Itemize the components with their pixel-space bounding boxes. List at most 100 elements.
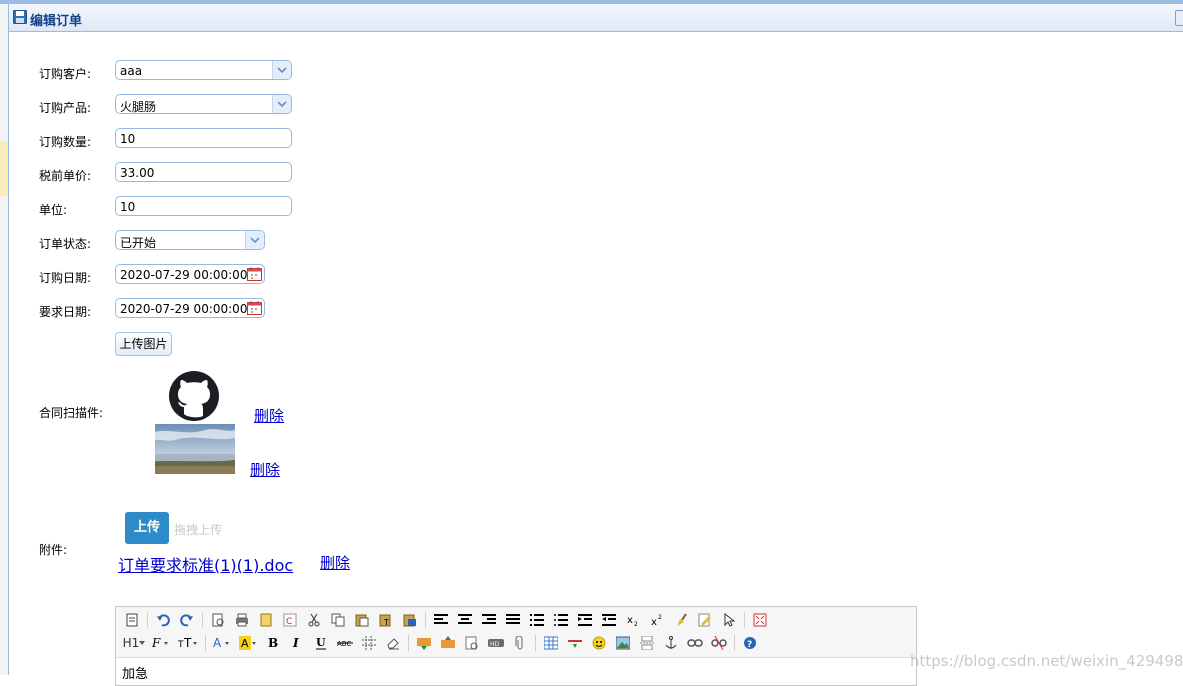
superscript-icon[interactable]: x2 (647, 611, 667, 629)
background-color-icon[interactable]: A (237, 634, 259, 652)
paste-icon[interactable] (352, 611, 372, 629)
quantity-label: 订购数量: (39, 135, 92, 149)
insert-frame-icon[interactable] (462, 634, 482, 652)
font-color-icon[interactable]: A (211, 634, 233, 652)
window-titlebar[interactable]: 编辑订单 (9, 4, 1183, 32)
strikethrough-icon[interactable]: ABC (335, 634, 355, 652)
product-select[interactable]: 火腿肠 (115, 94, 292, 114)
heading-label: H1 (122, 636, 140, 650)
customer-value: aaa (120, 64, 143, 78)
help-icon[interactable]: ? (740, 634, 760, 652)
toolbar-separator (535, 635, 536, 651)
copy-icon[interactable] (328, 611, 348, 629)
unlink-icon[interactable] (709, 634, 729, 652)
svg-text:2: 2 (658, 614, 662, 621)
toolbar-separator (408, 635, 409, 651)
insert-media-icon[interactable]: HD (486, 634, 506, 652)
fullscreen-icon[interactable] (750, 611, 770, 629)
toolbar-separator (205, 635, 206, 651)
unit-input[interactable]: 10 (115, 196, 292, 216)
calendar-icon[interactable] (246, 266, 263, 282)
upload-button[interactable]: 上传 (125, 512, 169, 544)
bold-icon[interactable]: B (263, 634, 283, 652)
font-family-icon[interactable]: F (150, 634, 172, 652)
editor-toolbar: C T x2 x2 H1 F T T A A B I U ABC HD ? (116, 607, 916, 658)
landscape-photo-image (155, 424, 235, 474)
cursor-icon[interactable] (719, 611, 739, 629)
price-input[interactable]: 33.00 (115, 162, 292, 182)
subscript-icon[interactable]: x2 (623, 611, 643, 629)
insert-table-icon[interactable] (541, 634, 561, 652)
svg-text:F: F (152, 636, 161, 650)
align-center-icon[interactable] (455, 611, 475, 629)
required-date-input[interactable]: 2020-07-29 00:00:00 (115, 298, 265, 318)
toolbar-row-1: C T x2 x2 (122, 610, 774, 630)
emoticon-icon[interactable] (589, 634, 609, 652)
horizontal-rule-icon[interactable] (565, 634, 585, 652)
attachment-label: 附件: (39, 543, 68, 557)
chevron-down-icon (277, 101, 287, 107)
print-icon[interactable] (232, 611, 252, 629)
italic-icon[interactable]: I (287, 634, 307, 652)
clear-format-icon[interactable] (671, 611, 691, 629)
insert-image-icon[interactable] (613, 634, 633, 652)
order-date-input[interactable]: 2020-07-29 00:00:00 (115, 264, 265, 284)
code-icon[interactable]: C (280, 611, 300, 629)
customer-dropdown-arrow[interactable] (272, 61, 291, 79)
calendar-icon[interactable] (246, 300, 263, 316)
svg-text:I: I (292, 636, 299, 650)
table-grid-icon[interactable] (359, 634, 379, 652)
status-select[interactable]: 已开始 (115, 230, 265, 250)
cut-icon[interactable] (304, 611, 324, 629)
unit-value: 10 (120, 200, 136, 214)
align-left-icon[interactable] (431, 611, 451, 629)
outdent-icon[interactable] (599, 611, 619, 629)
product-dropdown-arrow[interactable] (272, 95, 291, 113)
paste-text-icon[interactable]: T (376, 611, 396, 629)
watermark-text: https://blog.csdn.net/weixin_42949808 (910, 652, 1183, 670)
delete-attachment-link[interactable]: 删除 (320, 552, 350, 573)
attachment-icon[interactable] (510, 634, 530, 652)
svg-text:T: T (383, 618, 389, 627)
delete-image-2-link[interactable]: 删除 (250, 459, 280, 480)
drag-upload-hint[interactable]: 拖拽上传 (174, 521, 222, 538)
link-icon[interactable] (685, 634, 705, 652)
customer-select[interactable]: aaa (115, 60, 292, 80)
select-all-icon[interactable] (695, 611, 715, 629)
preview-icon[interactable] (208, 611, 228, 629)
eraser-icon[interactable] (383, 634, 403, 652)
insert-row-below-icon[interactable] (438, 634, 458, 652)
heading-dropdown[interactable]: H1 (122, 634, 146, 652)
attachment-file-link[interactable]: 订单要求标准(1)(1).doc (118, 552, 293, 576)
delete-image-1-link[interactable]: 删除 (254, 405, 284, 426)
bullet-list-icon[interactable] (551, 611, 571, 629)
template-icon[interactable] (256, 611, 276, 629)
insert-row-above-icon[interactable] (414, 634, 434, 652)
paste-word-icon[interactable] (400, 611, 420, 629)
window-title: 编辑订单 (30, 14, 83, 29)
undo-icon[interactable] (153, 611, 173, 629)
editor-content[interactable]: 加急 (122, 663, 148, 682)
upload-image-button[interactable]: 上传图片 (115, 332, 172, 356)
redo-icon[interactable] (177, 611, 197, 629)
svg-text:?: ? (747, 640, 752, 650)
toolbar-separator (202, 612, 203, 628)
status-dropdown-arrow[interactable] (245, 231, 264, 249)
align-justify-icon[interactable] (503, 611, 523, 629)
align-right-icon[interactable] (479, 611, 499, 629)
underline-icon[interactable]: U (311, 634, 331, 652)
source-code-icon[interactable] (122, 611, 142, 629)
svg-text:HD: HD (490, 641, 500, 648)
toolbar-separator (147, 612, 148, 628)
toolbar-row-2: H1 F TT A A B I U ABC HD ? (122, 633, 764, 653)
indent-icon[interactable] (575, 611, 595, 629)
ordered-list-icon[interactable] (527, 611, 547, 629)
window-tool-button[interactable] (1175, 10, 1183, 26)
edit-order-window: 编辑订单 订购客户: aaa 订购产品: 火腿肠 订购数量: 10 税前单价: … (8, 4, 1183, 686)
status-label: 订单状态: (39, 237, 92, 251)
page-break-icon[interactable] (637, 634, 657, 652)
chevron-down-icon (139, 641, 146, 645)
quantity-input[interactable]: 10 (115, 128, 292, 148)
anchor-icon[interactable] (661, 634, 681, 652)
font-size-icon[interactable]: TT (176, 634, 200, 652)
